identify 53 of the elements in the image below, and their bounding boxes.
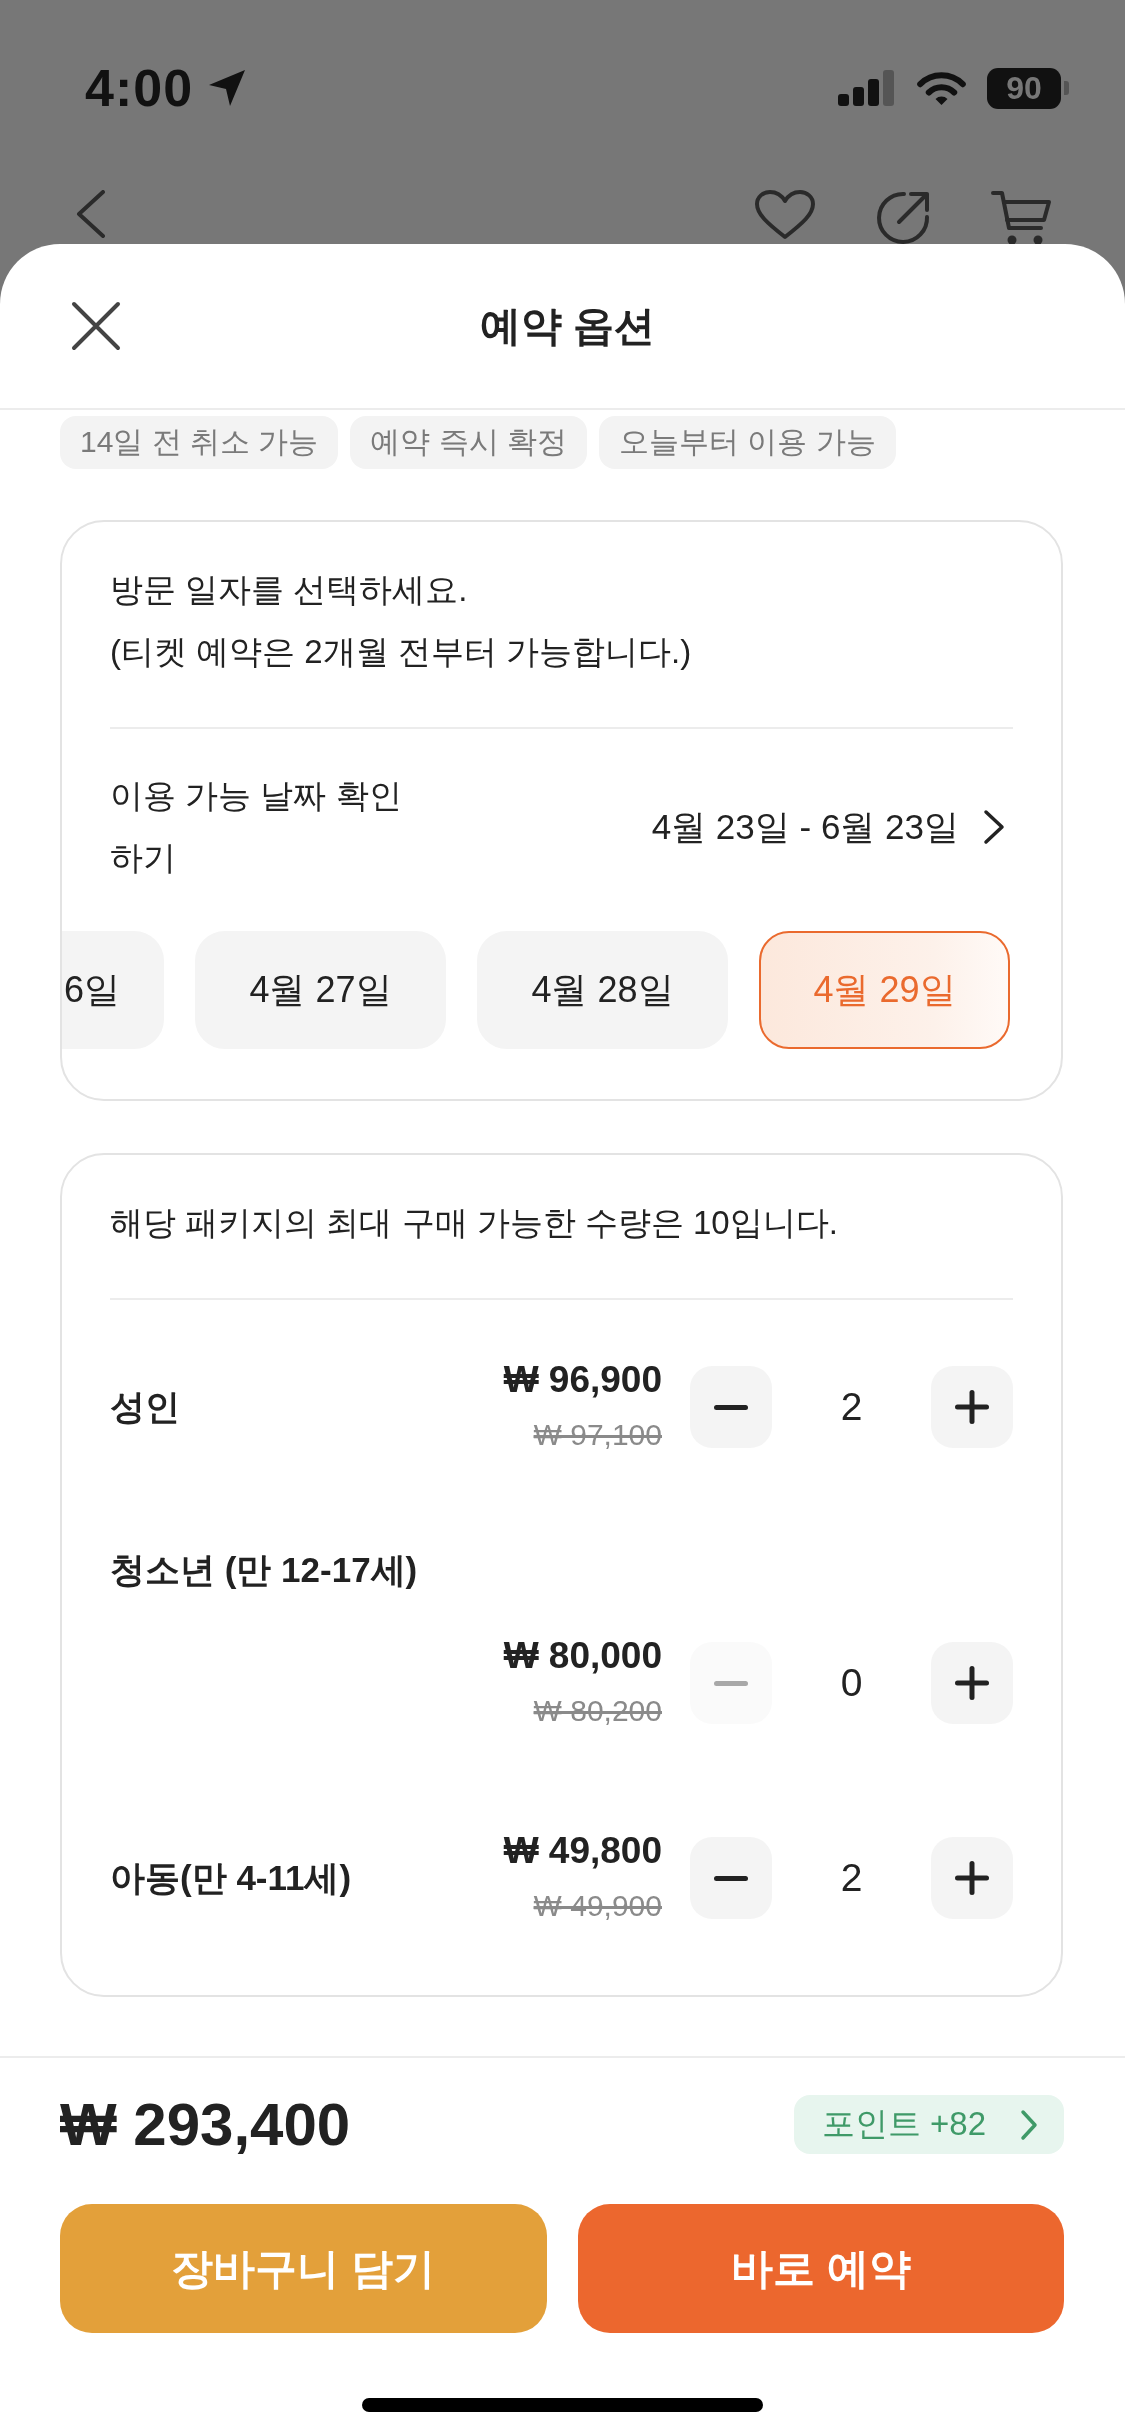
quantity-value: 0 [839,1661,864,1705]
availability-label: 이용 가능 날짜 확인 하기 [110,776,403,878]
quantity-value: 2 [839,1385,864,1429]
battery-indicator: 90 [987,67,1069,109]
share-arrow-icon [875,190,931,246]
minus-icon [714,1680,748,1686]
close-icon [71,301,121,351]
cart-icon [991,190,1051,246]
ticket-type-label: 성인 [110,1386,181,1428]
total-price: ₩ 293,400 [60,2090,351,2159]
ticket-type-label: 청소년 (만 12-17세) [110,1549,419,1591]
status-time: 4:00 [85,58,194,118]
cart-button[interactable] [991,190,1051,246]
original-price: ₩ 97,100 [533,1417,662,1453]
availability-range-link[interactable]: 4월 23일 - 6월 23일 [651,803,1005,851]
sheet-title: 예약 옵션 [479,301,656,351]
share-button[interactable] [875,190,931,246]
quantity-notice: 해당 패키지의 최대 구매 가능한 수량은 10입니다. [110,1203,839,1243]
back-chevron-icon [76,190,106,238]
sale-price: ₩ 49,800 [503,1829,662,1873]
feature-tag: 14일 전 취소 가능 [60,416,339,469]
chevron-right-icon [1020,2108,1038,2141]
booking-note: (티켓 예약은 2개월 전부터 가능합니다.) [110,632,693,672]
decrease-button[interactable] [690,1837,772,1919]
cellular-signal-icon [838,70,896,106]
heart-icon [755,190,815,240]
decrease-button[interactable] [690,1366,772,1448]
plus-icon [955,1666,989,1700]
feature-tag: 오늘부터 이용 가능 [599,416,896,469]
date-chip[interactable]: 4월 27일 [195,931,446,1049]
date-chip[interactable]: 4월 28일 [477,931,728,1049]
sale-price: ₩ 96,900 [503,1358,662,1402]
location-arrow-icon [207,68,248,108]
close-button[interactable] [70,300,122,352]
increase-button[interactable] [931,1837,1013,1919]
wifi-icon [916,70,967,106]
plus-icon [955,1390,989,1424]
original-price: ₩ 49,900 [533,1888,662,1924]
back-button[interactable] [76,190,106,238]
plus-icon [955,1861,989,1895]
ticket-type-label: 아동(만 4-11세) [110,1857,353,1899]
quantity-value: 2 [839,1856,864,1900]
chevron-right-icon [983,809,1005,845]
wishlist-button[interactable] [755,190,815,240]
instruction-text: 방문 일자를 선택하세요. [110,570,469,610]
minus-icon [714,1404,748,1410]
date-chip[interactable]: 6일 [62,931,164,1049]
minus-icon [714,1875,748,1881]
feature-tag: 예약 즉시 확정 [350,416,588,469]
sale-price: ₩ 80,000 [503,1634,662,1678]
increase-button[interactable] [931,1642,1013,1724]
original-price: ₩ 80,200 [533,1693,662,1729]
increase-button[interactable] [931,1366,1013,1448]
